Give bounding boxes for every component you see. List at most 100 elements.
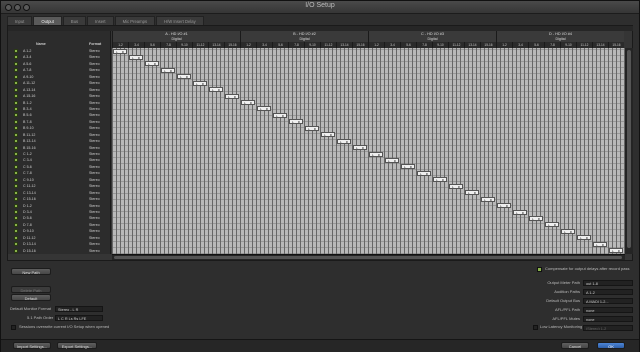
table-row[interactable]: C 13-14 Stereo: [8, 190, 111, 196]
path-name[interactable]: D 11-12: [23, 235, 36, 241]
table-row[interactable]: A 7-8 Stereo: [8, 67, 111, 73]
channel-assignment[interactable]: LR: [513, 209, 527, 215]
low-latency-checkbox[interactable]: [533, 325, 538, 330]
path-active-checkbox[interactable]: [14, 158, 18, 163]
horizontal-scrollbar[interactable]: [112, 254, 625, 260]
channel-assignment[interactable]: LR: [129, 54, 143, 60]
path-active-checkbox[interactable]: [14, 152, 18, 157]
table-row[interactable]: D 1-2 Stereo: [8, 203, 111, 209]
channel-assignment[interactable]: LR: [321, 132, 335, 138]
channel-assignment[interactable]: LR: [273, 112, 287, 118]
channel-assignment[interactable]: LR: [385, 157, 399, 163]
table-row[interactable]: A 15-16 Stereo: [8, 93, 111, 99]
table-row[interactable]: A 3-4 Stereo: [8, 54, 111, 60]
channel-assignment[interactable]: LR: [481, 196, 495, 202]
path-name[interactable]: C 11-12: [23, 183, 36, 189]
path-active-checkbox[interactable]: [14, 139, 18, 144]
path-active-checkbox[interactable]: [14, 197, 18, 202]
afl-pfl-mutes-select[interactable]: none: [583, 316, 633, 322]
table-row[interactable]: D 3-4 Stereo: [8, 209, 111, 215]
channel-assignment[interactable]: LR: [417, 170, 431, 176]
path-active-checkbox[interactable]: [14, 94, 18, 99]
table-row[interactable]: D 7-8 Stereo: [8, 222, 111, 228]
channel-assignment[interactable]: LR: [545, 222, 559, 228]
table-row[interactable]: A 5-6 Stereo: [8, 61, 111, 67]
table-row[interactable]: A 11-12 Stereo: [8, 80, 111, 86]
path-active-checkbox[interactable]: [14, 216, 18, 221]
table-row[interactable]: A 13-14 Stereo: [8, 87, 111, 93]
export-settings-button[interactable]: Export Settings...: [57, 342, 97, 349]
path-name[interactable]: B 9-10: [23, 125, 34, 131]
table-row[interactable]: A 9-10 Stereo: [8, 74, 111, 80]
channel-assignment[interactable]: LR: [113, 48, 127, 54]
path-active-checkbox[interactable]: [14, 171, 18, 176]
path-name[interactable]: A 15-16: [23, 93, 35, 99]
path-name[interactable]: D 7-8: [23, 222, 32, 228]
channel-assignment[interactable]: LR: [561, 228, 575, 234]
table-row[interactable]: B 13-14 Stereo: [8, 138, 111, 144]
new-path-button[interactable]: New Path: [11, 268, 51, 275]
channel-assignment[interactable]: LR: [401, 164, 415, 170]
table-row[interactable]: B 15-16 Stereo: [8, 145, 111, 151]
path-name[interactable]: D 3-4: [23, 209, 32, 215]
path-name[interactable]: B 15-16: [23, 145, 36, 151]
channel-assignment[interactable]: LR: [593, 241, 607, 247]
routing-cells[interactable]: LRLRLRLRLRLRLRLRLRLRLRLRLRLRLRLRLRLRLRLR…: [112, 48, 625, 254]
path-active-checkbox[interactable]: [14, 74, 18, 79]
path-name[interactable]: B 7-8: [23, 119, 32, 125]
table-row[interactable]: B 9-10 Stereo: [8, 125, 111, 131]
path-active-checkbox[interactable]: [14, 145, 18, 150]
cancel-button[interactable]: Cancel: [561, 342, 589, 349]
path-active-checkbox[interactable]: [14, 81, 18, 86]
table-row[interactable]: B 7-8 Stereo: [8, 119, 111, 125]
path-name[interactable]: D 5-6: [23, 215, 32, 221]
table-row[interactable]: C 5-6 Stereo: [8, 164, 111, 170]
channel-assignment[interactable]: LR: [305, 125, 319, 131]
path-active-checkbox[interactable]: [14, 203, 18, 208]
table-row[interactable]: D 13-14 Stereo: [8, 241, 111, 247]
delete-path-button[interactable]: Delete Path: [11, 286, 51, 293]
channel-assignment[interactable]: LR: [225, 93, 239, 99]
channel-assignment[interactable]: LR: [289, 119, 303, 125]
path-name[interactable]: D 1-2: [23, 203, 32, 209]
path-active-checkbox[interactable]: [14, 242, 18, 247]
default-button[interactable]: Default: [11, 294, 51, 301]
path-name[interactable]: C 1-2: [23, 151, 32, 157]
path-name[interactable]: A 7-8: [23, 67, 31, 73]
channel-assignment[interactable]: LR: [145, 61, 159, 67]
channel-assignment[interactable]: LR: [465, 190, 479, 196]
path-active-checkbox[interactable]: [14, 55, 18, 60]
path-name[interactable]: D 9-10: [23, 228, 34, 234]
path-active-checkbox[interactable]: [14, 126, 18, 131]
path-name[interactable]: A 1-2: [23, 48, 31, 54]
path-name[interactable]: C 5-6: [23, 164, 32, 170]
default-output-bus-select[interactable]: A MADI 1-2...: [583, 298, 633, 304]
path-active-checkbox[interactable]: [14, 68, 18, 73]
channel-assignment[interactable]: LR: [193, 80, 207, 86]
table-row[interactable]: C 7-8 Stereo: [8, 170, 111, 176]
channel-assignment[interactable]: LR: [209, 87, 223, 93]
path-active-checkbox[interactable]: [14, 106, 18, 111]
path-name[interactable]: A 13-14: [23, 87, 35, 93]
sessions-override-checkbox[interactable]: [11, 325, 16, 330]
path-name[interactable]: C 15-16: [23, 196, 36, 202]
channel-assignment[interactable]: LR: [353, 145, 367, 151]
path-active-checkbox[interactable]: [14, 190, 18, 195]
low-latency-select[interactable]: (Stereo) 1-2: [583, 325, 633, 331]
channel-assignment[interactable]: LR: [241, 100, 255, 106]
path-name[interactable]: C 7-8: [23, 170, 32, 176]
channel-assignment[interactable]: LR: [337, 138, 351, 144]
path-name[interactable]: B 3-4: [23, 106, 32, 112]
table-row[interactable]: C 15-16 Stereo: [8, 196, 111, 202]
channel-assignment[interactable]: LR: [497, 203, 511, 209]
path-active-checkbox[interactable]: [14, 49, 18, 53]
path-active-checkbox[interactable]: [14, 222, 18, 227]
path-active-checkbox[interactable]: [14, 113, 18, 118]
channel-assignment[interactable]: LR: [529, 215, 543, 221]
tab-output[interactable]: Output: [33, 16, 62, 25]
channel-assignment[interactable]: LR: [433, 177, 447, 183]
ok-button[interactable]: OK: [597, 342, 625, 349]
table-row[interactable]: B 3-4 Stereo: [8, 106, 111, 112]
table-row[interactable]: C 9-10 Stereo: [8, 177, 111, 183]
path-active-checkbox[interactable]: [14, 210, 18, 214]
